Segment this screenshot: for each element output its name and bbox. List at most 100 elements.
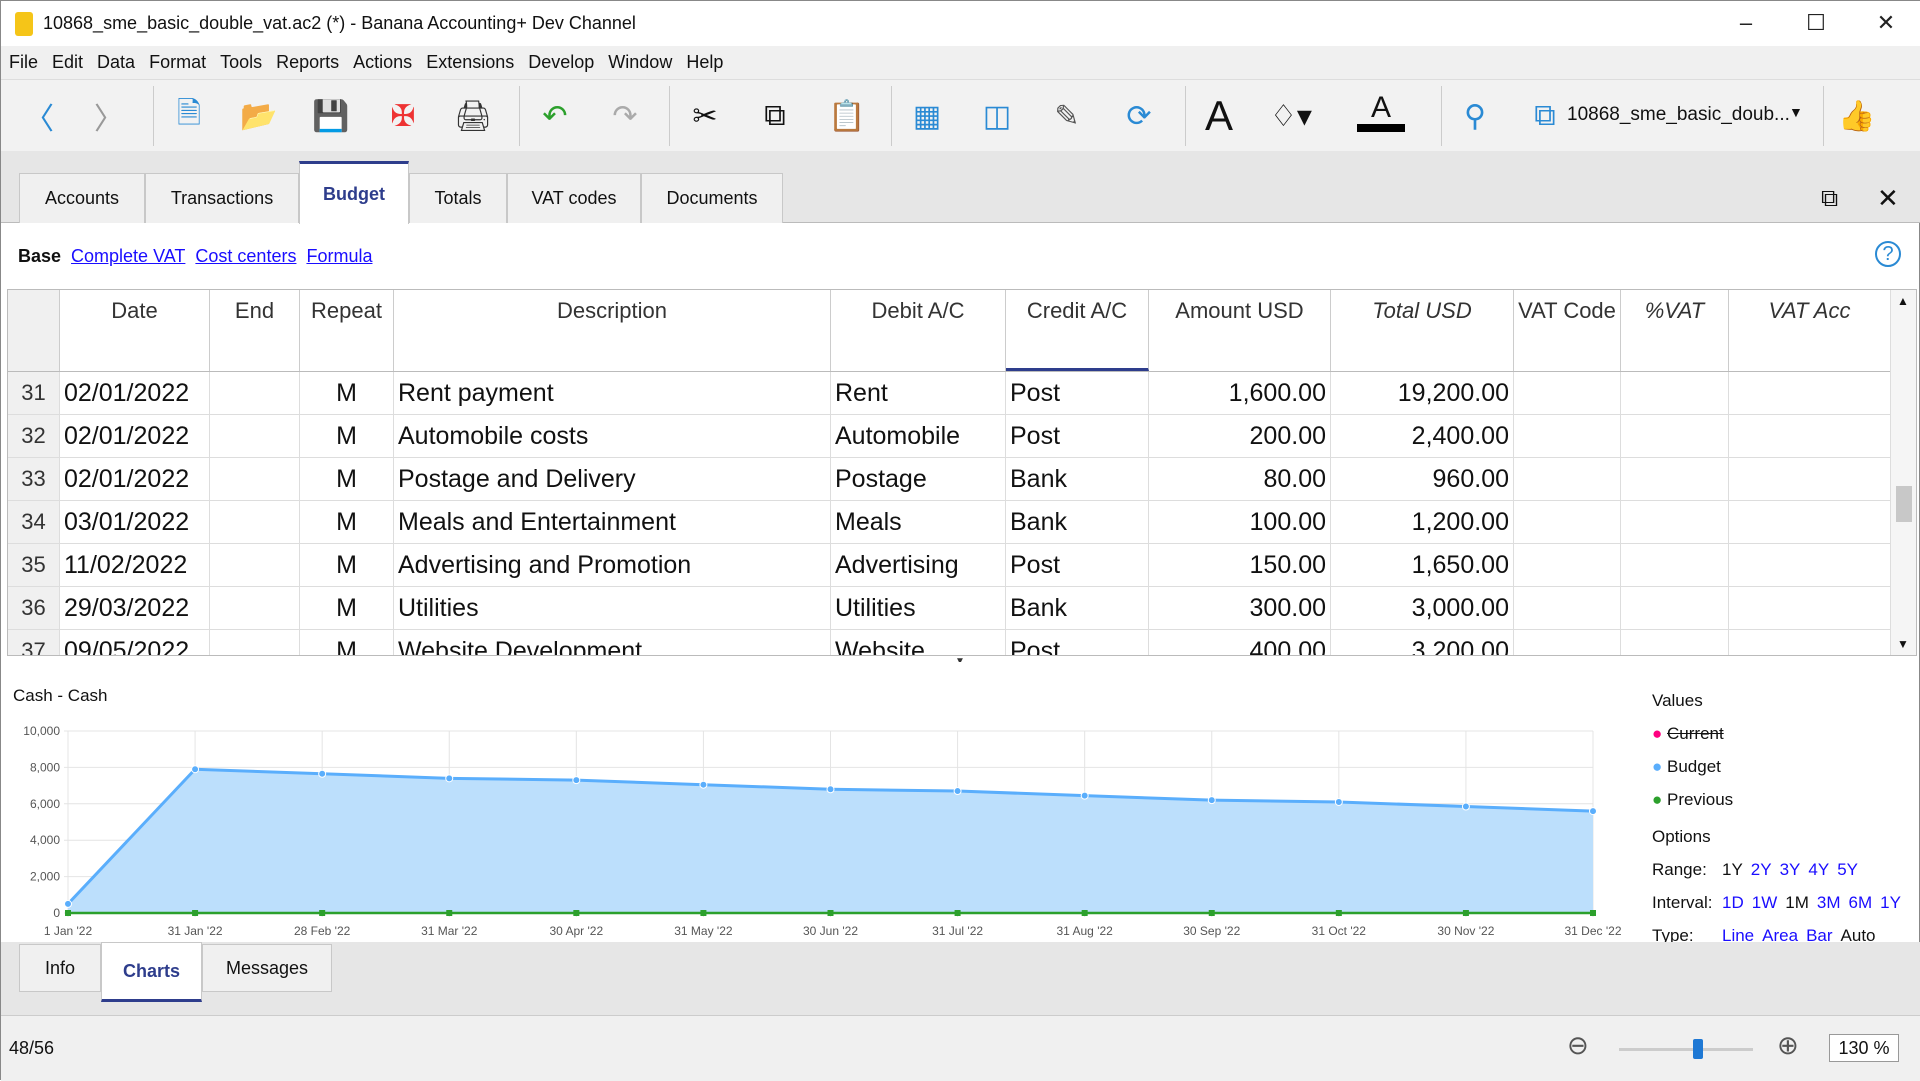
font-icon[interactable]: A — [1195, 92, 1243, 140]
interval-1y[interactable]: 1Y — [1880, 893, 1901, 912]
print-icon[interactable]: 🖨 — [449, 92, 497, 140]
cell-empty[interactable] — [1514, 587, 1621, 629]
header-vat-code[interactable]: VAT Code — [1514, 290, 1621, 371]
cell-repeat[interactable]: M — [300, 415, 394, 457]
chevron-down-icon[interactable]: ▼ — [1789, 104, 1803, 120]
file-selector[interactable]: 10868_sme_basic_doub... — [1567, 104, 1790, 126]
paste-icon[interactable]: 📋 — [823, 92, 871, 140]
cell-empty[interactable] — [1729, 544, 1891, 586]
view-complete-vat[interactable]: Complete VAT — [71, 246, 185, 267]
header-vat-percent[interactable]: %VAT — [1621, 290, 1729, 371]
view-base[interactable]: Base — [18, 246, 61, 267]
pdf-icon[interactable]: ✠ — [379, 92, 427, 140]
cell-date[interactable]: 03/01/2022 — [60, 501, 210, 543]
cell-repeat[interactable]: M — [300, 630, 394, 655]
cut-icon[interactable]: ✂ — [681, 92, 729, 140]
cell-credit[interactable]: Post — [1006, 630, 1149, 655]
new-file-icon[interactable]: 🗎 — [165, 92, 213, 140]
back-icon[interactable]: 〈 — [15, 92, 63, 140]
cell-credit[interactable]: Bank — [1006, 458, 1149, 500]
cell-end[interactable] — [210, 372, 300, 414]
menu-develop[interactable]: Develop — [528, 52, 594, 73]
cell-amount[interactable]: 300.00 — [1149, 587, 1331, 629]
cell-repeat[interactable]: M — [300, 458, 394, 500]
range-3y[interactable]: 3Y — [1780, 860, 1801, 879]
help-icon[interactable]: ? — [1875, 241, 1901, 267]
range-5y[interactable]: 5Y — [1837, 860, 1858, 879]
cell-empty[interactable] — [1514, 544, 1621, 586]
view-cost-centers[interactable]: Cost centers — [195, 246, 296, 267]
interval-1w[interactable]: 1W — [1752, 893, 1778, 912]
cell-n[interactable]: 34 — [8, 501, 60, 543]
cell-repeat[interactable]: M — [300, 544, 394, 586]
zoom-slider-thumb[interactable] — [1693, 1039, 1704, 1059]
cell-repeat[interactable]: M — [300, 501, 394, 543]
menu-reports[interactable]: Reports — [276, 52, 339, 73]
cell-debit[interactable]: Advertising — [831, 544, 1006, 586]
tab-messages[interactable]: Messages — [202, 944, 332, 992]
cell-desc[interactable]: Rent payment — [394, 372, 831, 414]
range-4y[interactable]: 4Y — [1808, 860, 1829, 879]
cell-n[interactable]: 31 — [8, 372, 60, 414]
cell-debit[interactable]: Meals — [831, 501, 1006, 543]
cell-total[interactable]: 1,200.00 — [1331, 501, 1514, 543]
cell-empty[interactable] — [1729, 587, 1891, 629]
cell-empty[interactable] — [1514, 415, 1621, 457]
cell-debit[interactable]: Utilities — [831, 587, 1006, 629]
cell-empty[interactable] — [1621, 415, 1729, 457]
maximize-button[interactable]: ☐ — [1791, 7, 1841, 39]
cell-total[interactable]: 2,400.00 — [1331, 415, 1514, 457]
cell-end[interactable] — [210, 458, 300, 500]
copy-icon[interactable]: ⧉ — [751, 92, 799, 140]
table-row[interactable]: 36 29/03/2022 M Utilities Utilities Bank 300.0… — [8, 587, 1891, 630]
cell-desc[interactable]: Automobile costs — [394, 415, 831, 457]
header-credit[interactable]: Credit A/C — [1006, 290, 1149, 371]
save-icon[interactable]: 💾 — [307, 92, 355, 140]
cell-date[interactable]: 02/01/2022 — [60, 372, 210, 414]
cell-debit[interactable]: Rent — [831, 372, 1006, 414]
cell-end[interactable] — [210, 587, 300, 629]
cell-amount[interactable]: 80.00 — [1149, 458, 1331, 500]
zoom-in-icon[interactable]: ⊕ — [1777, 1030, 1799, 1061]
cell-credit[interactable]: Post — [1006, 372, 1149, 414]
table-row[interactable]: 32 02/01/2022 M Automobile costs Automobile P… — [8, 415, 1891, 458]
cell-credit[interactable]: Post — [1006, 415, 1149, 457]
cell-amount[interactable]: 100.00 — [1149, 501, 1331, 543]
cell-empty[interactable] — [1621, 372, 1729, 414]
cell-empty[interactable] — [1729, 458, 1891, 500]
cell-repeat[interactable]: M — [300, 372, 394, 414]
cell-empty[interactable] — [1621, 630, 1729, 655]
header-end[interactable]: End — [210, 290, 300, 371]
cell-empty[interactable] — [1621, 587, 1729, 629]
cell-end[interactable] — [210, 501, 300, 543]
restore-panel-icon[interactable]: ⧉ — [1821, 185, 1838, 213]
tab-info[interactable]: Info — [19, 944, 101, 992]
tab-accounts[interactable]: Accounts — [19, 173, 145, 223]
vertical-scrollbar[interactable]: ▲ ▼ — [1890, 290, 1916, 655]
cell-date[interactable]: 02/01/2022 — [60, 415, 210, 457]
cell-n[interactable]: 32 — [8, 415, 60, 457]
header-total[interactable]: Total USD — [1331, 290, 1514, 371]
interval-6m[interactable]: 6M — [1848, 893, 1872, 912]
cell-desc[interactable]: Advertising and Promotion — [394, 544, 831, 586]
cell-empty[interactable] — [1514, 501, 1621, 543]
scroll-down-icon[interactable]: ▼ — [1897, 637, 1909, 651]
cell-amount[interactable]: 200.00 — [1149, 415, 1331, 457]
text-color-icon[interactable]: A — [1357, 91, 1405, 132]
redo-icon[interactable]: ↷ — [601, 92, 649, 140]
cell-n[interactable]: 33 — [8, 458, 60, 500]
menu-extensions[interactable]: Extensions — [426, 52, 514, 73]
cell-debit[interactable]: Postage — [831, 458, 1006, 500]
cell-desc[interactable]: Website Development — [394, 630, 831, 655]
header-vat-account[interactable]: VAT Acc — [1729, 290, 1891, 371]
cell-empty[interactable] — [1729, 501, 1891, 543]
fill-color-icon[interactable]: ♢▾ — [1267, 92, 1315, 140]
cell-date[interactable]: 02/01/2022 — [60, 458, 210, 500]
menu-edit[interactable]: Edit — [52, 52, 83, 73]
legend-item-budget[interactable]: ● Budget — [1652, 750, 1901, 783]
cell-amount[interactable]: 150.00 — [1149, 544, 1331, 586]
cell-date[interactable]: 11/02/2022 — [60, 544, 210, 586]
tab-transactions[interactable]: Transactions — [145, 173, 299, 223]
cell-credit[interactable]: Post — [1006, 544, 1149, 586]
menu-format[interactable]: Format — [149, 52, 206, 73]
